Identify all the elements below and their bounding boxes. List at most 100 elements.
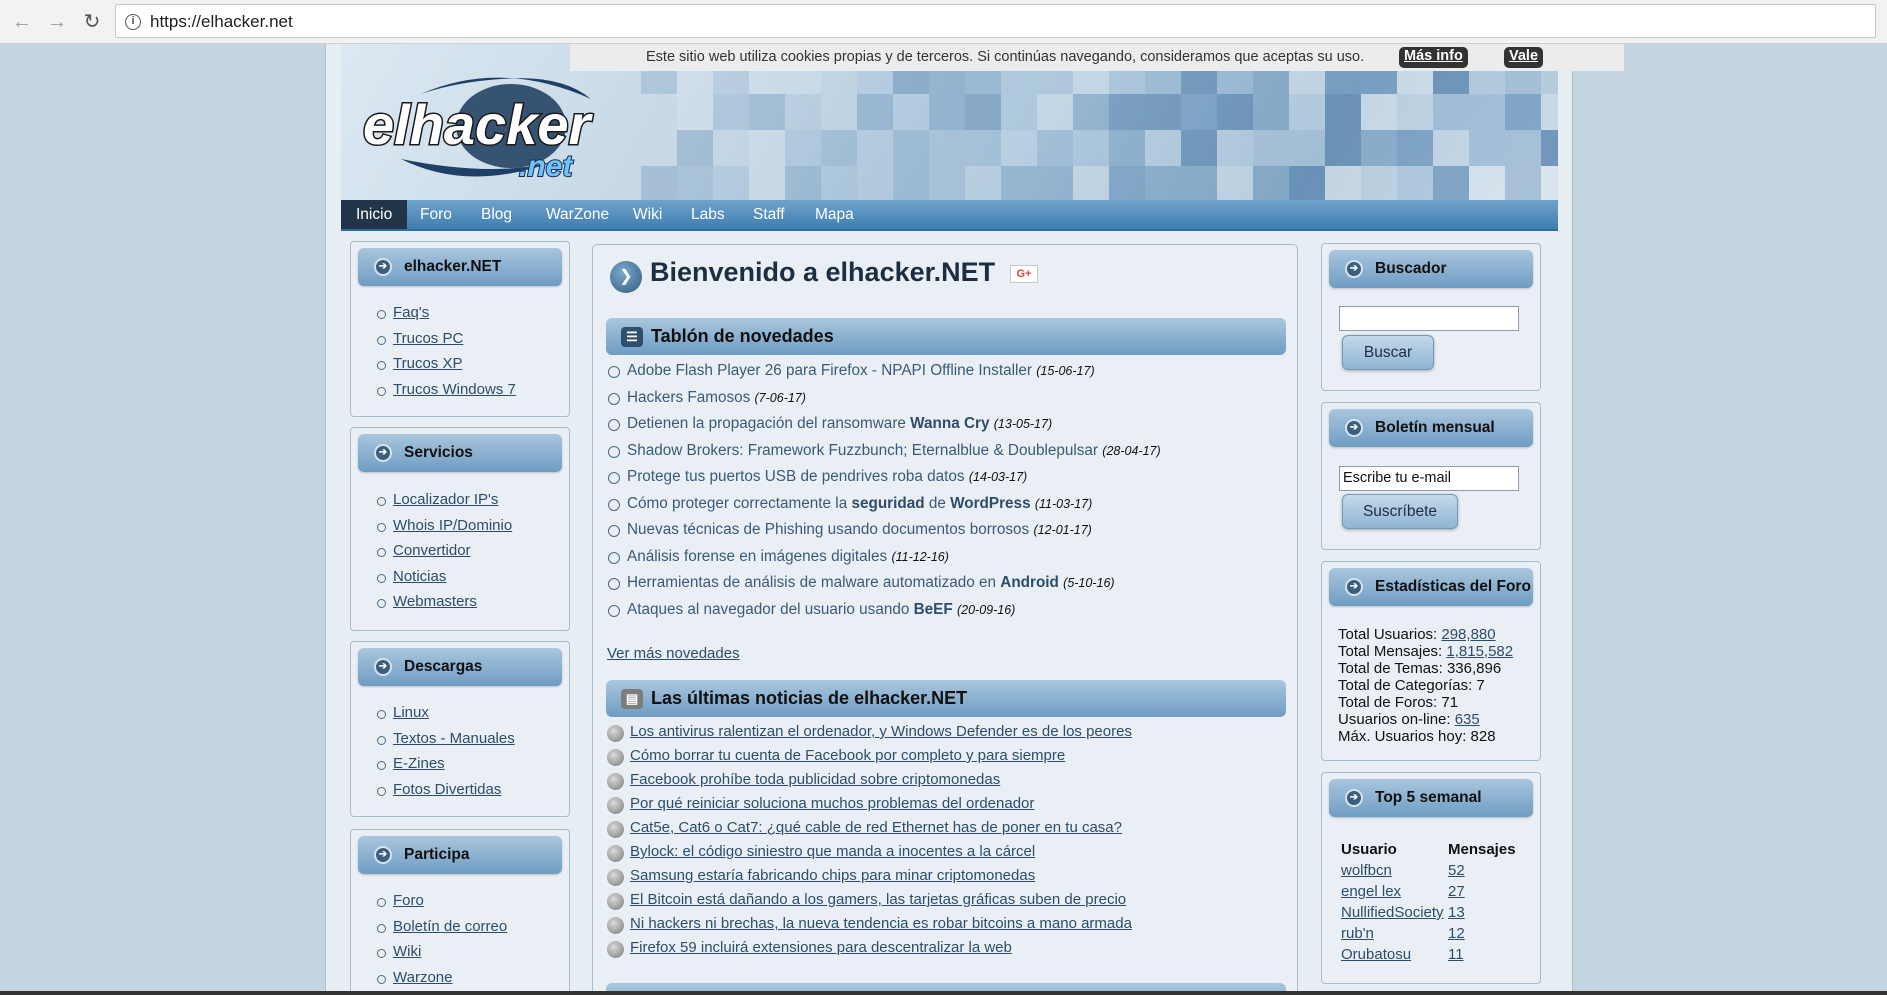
sidebar-link-faqs[interactable]: Faq's [393, 304, 429, 321]
latest-news-link[interactable]: Los antivirus ralentizan el ordenador, y… [630, 723, 1132, 740]
news-item[interactable]: Detienen la propagación del ransomware W… [607, 415, 1161, 442]
reload-icon[interactable]: ↻ [78, 8, 106, 36]
subscribe-button[interactable]: Suscríbete [1342, 494, 1458, 529]
newsletter-box: ➔ Boletín mensual Escribe tu e-mail Susc… [1321, 402, 1541, 550]
stat-row: Total Mensajes: 1,815,582 [1338, 643, 1514, 660]
user-link[interactable]: wolfbcn [1341, 862, 1392, 879]
back-arrow-icon[interactable]: ← [8, 8, 36, 36]
menu-mapa[interactable]: Mapa [800, 200, 869, 229]
latest-news-link[interactable]: Ni hackers ni brechas, la nueva tendenci… [630, 915, 1132, 932]
list-item: Samsung estaría fabricando chips para mi… [607, 867, 1132, 891]
user-link[interactable]: NullifiedSociety [1341, 904, 1444, 921]
more-info-button[interactable]: Más info [1399, 47, 1468, 68]
msgs-link[interactable]: 11 [1448, 946, 1464, 963]
header-tile [1433, 130, 1469, 166]
stats-box-title: Estadísticas del Foro [1375, 578, 1531, 595]
header-tile [1253, 166, 1289, 200]
news-item[interactable]: Adobe Flash Player 26 para Firefox - NPA… [607, 362, 1161, 389]
stat-row: Total de Categorías: 7 [1338, 677, 1485, 694]
stat-value-link[interactable]: 1,815,582 [1446, 643, 1513, 660]
list-item: Trucos PC [377, 330, 516, 356]
msgs-link[interactable]: 27 [1448, 883, 1465, 900]
latest-news-link[interactable]: Bylock: el código siniestro que manda a … [630, 843, 1035, 860]
menu-staff[interactable]: Staff [738, 200, 800, 229]
news-item[interactable]: Herramientas de análisis de malware auto… [607, 574, 1161, 601]
sidebar-link-fotos[interactable]: Fotos Divertidas [393, 781, 501, 798]
elhacker-logo[interactable]: elhacker .net [361, 64, 611, 184]
menu-warzone[interactable]: WarZone [531, 200, 624, 229]
stat-value-link[interactable]: 635 [1455, 711, 1480, 728]
sidebar-link-linux[interactable]: Linux [393, 704, 429, 721]
menu-inicio[interactable]: Inicio [341, 200, 408, 229]
header-tile [821, 94, 857, 130]
sidebar-link-boletin[interactable]: Boletín de correo [393, 918, 507, 935]
sidebar-link-noticias[interactable]: Noticias [393, 568, 446, 585]
address-bar[interactable]: i https://elhacker.net [115, 4, 1876, 38]
msgs-link[interactable]: 13 [1448, 904, 1465, 921]
sidebar-link-textos[interactable]: Textos - Manuales [393, 730, 515, 747]
sidebar-link-warzone[interactable]: Warzone [393, 969, 452, 986]
info-icon[interactable]: i [125, 14, 141, 30]
sidebar-link-trucos-pc[interactable]: Trucos PC [393, 330, 463, 347]
search-button[interactable]: Buscar [1342, 335, 1434, 370]
list-item: Cómo borrar tu cuenta de Facebook por co… [607, 747, 1132, 771]
news-item[interactable]: Protege tus puertos USB de pendrives rob… [607, 468, 1161, 495]
sidebar-link-ezines[interactable]: E-Zines [393, 755, 445, 772]
user-link[interactable]: engel lex [1341, 883, 1401, 900]
latest-news-link[interactable]: El Bitcoin está dañando a los gamers, la… [630, 891, 1126, 908]
header-tile [1217, 130, 1253, 166]
sidebar-link-whois[interactable]: Whois IP/Dominio [393, 517, 512, 534]
stat-value-link[interactable]: 298,880 [1441, 626, 1495, 643]
header-tile [929, 166, 965, 200]
arrow-circle-icon: ➔ [1345, 419, 1363, 437]
novedades-title: Tablón de novedades [651, 326, 834, 346]
email-field[interactable]: Escribe tu e-mail [1339, 466, 1519, 491]
arrow-circle-icon: ➔ [1345, 789, 1363, 807]
latest-news-link[interactable]: Cat5e, Cat6 o Cat7: ¿qué cable de red Et… [630, 819, 1122, 836]
cookie-text: Este sitio web utiliza cookies propias y… [646, 49, 1365, 65]
latest-news-link[interactable]: Cómo borrar tu cuenta de Facebook por co… [630, 747, 1065, 764]
stats-box-header: ➔ Estadísticas del Foro [1329, 568, 1533, 606]
menu-blog[interactable]: Blog [466, 200, 527, 229]
news-item[interactable]: Shadow Brokers: Framework Fuzzbunch; Ete… [607, 442, 1161, 469]
list-item: Trucos XP [377, 355, 516, 381]
header-tile [1469, 94, 1505, 130]
header-tile [749, 130, 785, 166]
sidebar-link-localizador[interactable]: Localizador IP's [393, 491, 498, 508]
latest-news-link[interactable]: Facebook prohíbe toda publicidad sobre c… [630, 771, 1000, 788]
search-box-title: Buscador [1375, 260, 1447, 277]
table-row: Orubatosu 11 [1341, 944, 1516, 965]
user-link[interactable]: rub'n [1341, 925, 1374, 942]
list-item: Whois IP/Dominio [377, 517, 512, 543]
google-plus-button[interactable]: G+ [1010, 265, 1038, 283]
main-content: ❯ Bienvenido a elhacker.NET G+ ☰ Tablón … [592, 244, 1298, 995]
news-item[interactable]: Ataques al navegador del usuario usando … [607, 601, 1161, 628]
table-row: NullifiedSociety 13 [1341, 902, 1516, 923]
latest-news-link[interactable]: Firefox 59 incluirá extensiones para des… [630, 939, 1012, 956]
menu-wiki[interactable]: Wiki [618, 200, 677, 229]
menu-labs[interactable]: Labs [676, 200, 740, 229]
more-news-link[interactable]: Ver más novedades [607, 645, 740, 662]
sidebar-link-trucos-w7[interactable]: Trucos Windows 7 [393, 381, 516, 398]
latest-news-link[interactable]: Por qué reiniciar soluciona muchos probl… [630, 795, 1034, 812]
news-item[interactable]: Análisis forense en imágenes digitales (… [607, 548, 1161, 575]
msgs-link[interactable]: 52 [1448, 862, 1465, 879]
user-link[interactable]: Orubatosu [1341, 946, 1411, 963]
news-item[interactable]: Cómo proteger correctamente la seguridad… [607, 495, 1161, 522]
latest-news-link[interactable]: Samsung estaría fabricando chips para mi… [630, 867, 1035, 884]
forward-arrow-icon[interactable]: → [43, 8, 71, 36]
sidebar-link-wiki[interactable]: Wiki [393, 943, 421, 960]
bottom-edge [0, 991, 1887, 995]
logo-main-text: elhacker [363, 93, 593, 156]
sidebar-link-convertidor[interactable]: Convertidor [393, 542, 471, 559]
accept-cookies-button[interactable]: Vale [1504, 47, 1544, 68]
sidebar-link-trucos-xp[interactable]: Trucos XP [393, 355, 462, 372]
header-tile [1361, 166, 1397, 200]
search-input[interactable] [1339, 306, 1519, 331]
menu-foro[interactable]: Foro [405, 200, 467, 229]
msgs-link[interactable]: 12 [1448, 925, 1465, 942]
news-item[interactable]: Nuevas técnicas de Phishing usando docum… [607, 521, 1161, 548]
sidebar-link-webmasters[interactable]: Webmasters [393, 593, 477, 610]
news-item[interactable]: Hackers Famosos (7-06-17) [607, 389, 1161, 416]
sidebar-link-foro[interactable]: Foro [393, 892, 424, 909]
